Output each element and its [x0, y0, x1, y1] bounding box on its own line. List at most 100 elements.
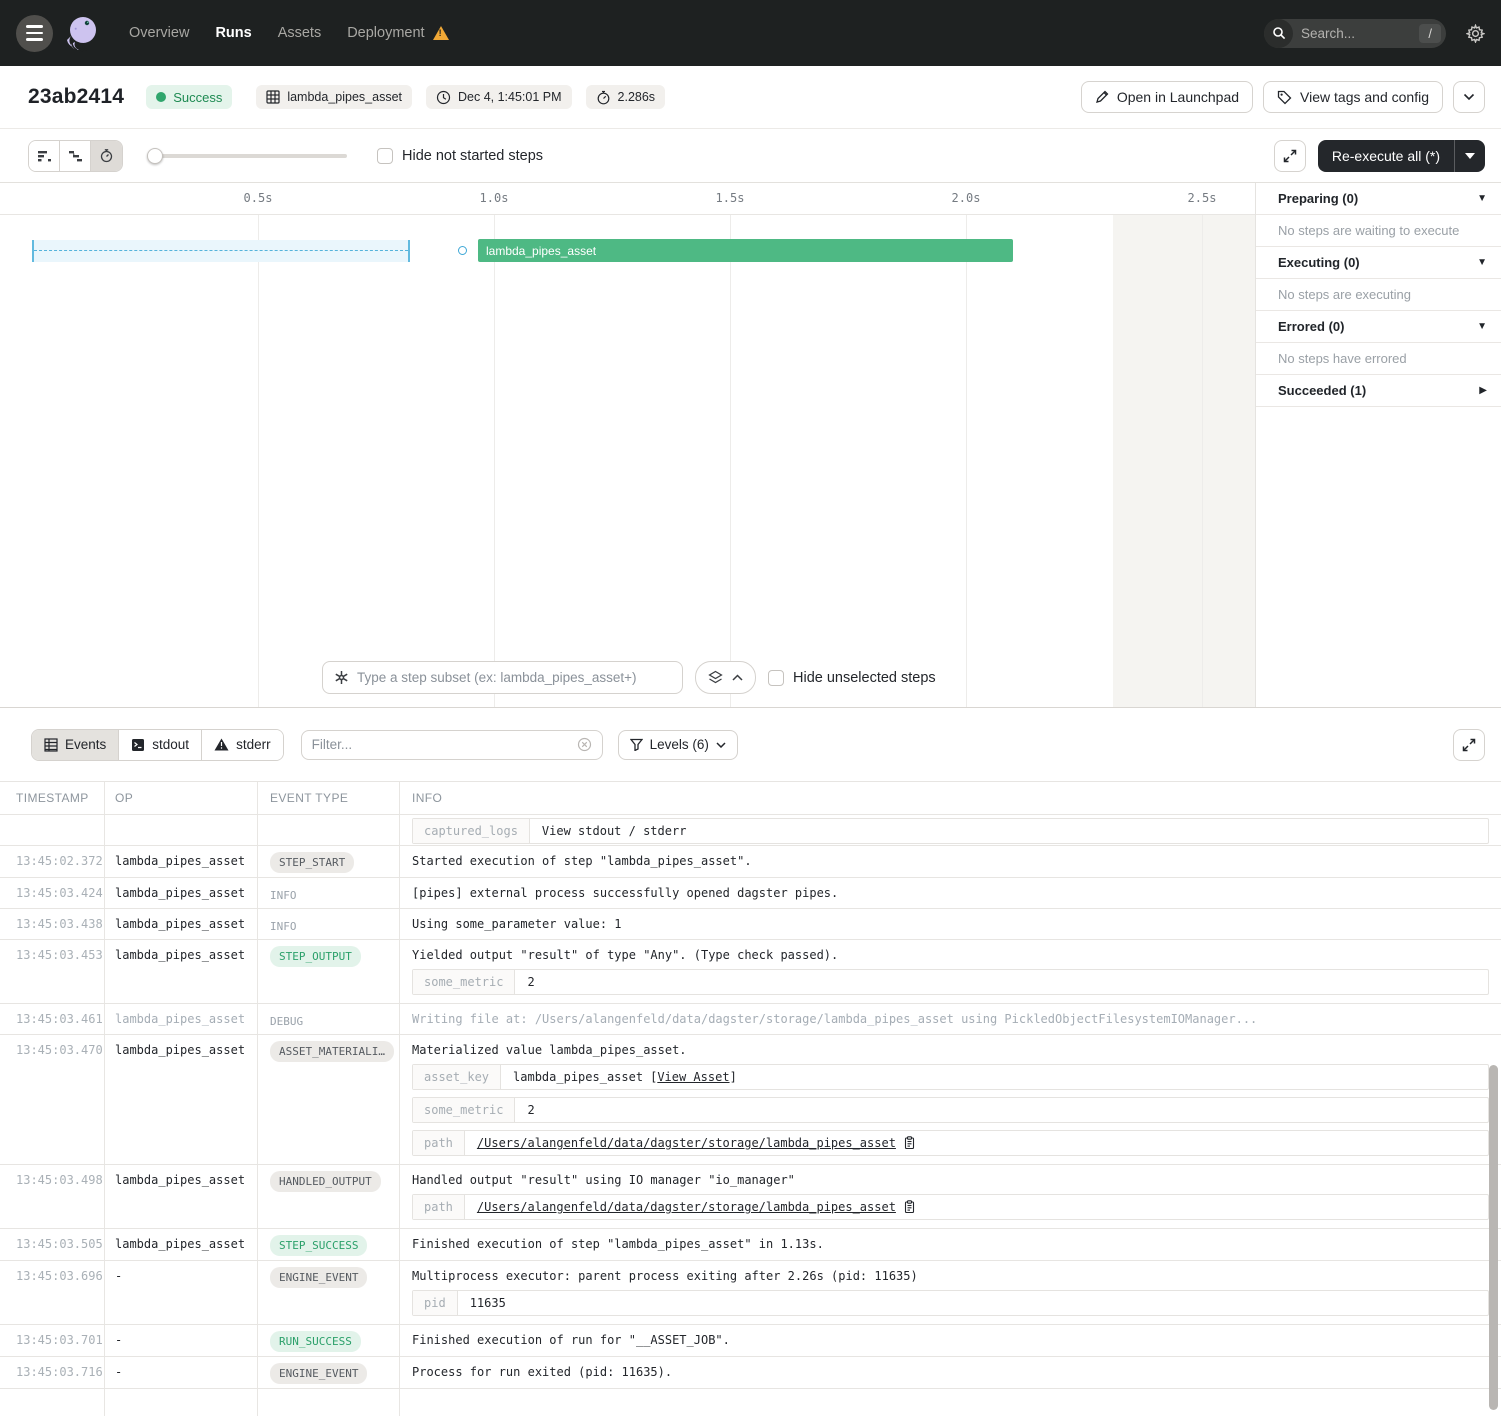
stopwatch-icon: [596, 90, 611, 105]
column-header-info: INFO: [400, 782, 1501, 814]
steps-section-header-1[interactable]: Executing (0)▼: [1256, 247, 1501, 279]
steps-section-header-2[interactable]: Errored (0)▼: [1256, 311, 1501, 343]
view-asset-link[interactable]: View Asset: [657, 1070, 729, 1084]
asset-tag[interactable]: lambda_pipes_asset: [256, 85, 412, 109]
metadata-value-link[interactable]: /Users/alangenfeld/data/dagster/storage/…: [477, 1200, 896, 1214]
zoom-slider[interactable]: [147, 148, 347, 164]
log-op: lambda_pipes_asset: [105, 846, 258, 877]
steps-section-empty-text: No steps are executing: [1256, 279, 1501, 311]
metadata-value-link[interactable]: /Users/alangenfeld/data/dagster/storage/…: [477, 1136, 896, 1150]
view-tags-config-button[interactable]: View tags and config: [1263, 81, 1443, 113]
expand-logs-button[interactable]: [1453, 729, 1485, 761]
steps-section-title: Errored (0): [1278, 319, 1344, 334]
log-row[interactable]: 13:45:03.498lambda_pipes_assetHANDLED_OU…: [0, 1165, 1501, 1229]
log-event-type: [258, 815, 400, 845]
log-row[interactable]: 13:45:03.696-ENGINE_EVENTMultiprocess ex…: [0, 1261, 1501, 1325]
steps-section-header-0[interactable]: Preparing (0)▼: [1256, 183, 1501, 215]
copy-icon[interactable]: [903, 1200, 916, 1214]
open-in-launchpad-button[interactable]: Open in Launchpad: [1081, 81, 1253, 113]
log-tabs: Events stdout stderr: [31, 729, 284, 761]
levels-filter-button[interactable]: Levels (6): [618, 730, 738, 760]
steps-section-empty-text: No steps have errored: [1256, 343, 1501, 375]
gantt-step-bar[interactable]: lambda_pipes_asset: [478, 239, 1013, 262]
event-type-badge: STEP_OUTPUT: [270, 946, 361, 967]
log-info: captured_logsView stdout / stderr: [400, 815, 1501, 845]
gantt-gridline: [966, 215, 967, 707]
reexecute-all-button[interactable]: Re-execute all (*): [1318, 140, 1485, 172]
gantt-tick-label: 1.0s: [480, 191, 509, 205]
nav-item-label: Deployment: [347, 25, 424, 41]
tag-icon: [1277, 90, 1292, 105]
steps-section-header-3[interactable]: Succeeded (1)▶: [1256, 375, 1501, 407]
gear-icon[interactable]: [1466, 24, 1485, 43]
step-subset-input[interactable]: Type a step subset (ex: lambda_pipes_ass…: [322, 661, 683, 694]
log-timestamp: 13:45:02.372: [0, 846, 105, 877]
log-timestamp: 13:45:03.716: [0, 1357, 105, 1388]
search-input[interactable]: Search... /: [1264, 19, 1446, 48]
caret-down-icon: ▼: [1477, 257, 1487, 268]
metadata-key: some_metric: [413, 970, 515, 994]
clear-filter-icon[interactable]: [577, 737, 592, 752]
log-info-text: Finished execution of run for "__ASSET_J…: [412, 1333, 1501, 1347]
log-row[interactable]: 13:45:03.701-RUN_SUCCESSFinished executi…: [0, 1325, 1501, 1357]
log-row[interactable]: 13:45:02.372lambda_pipes_assetSTEP_START…: [0, 846, 1501, 878]
expand-gantt-button[interactable]: [1274, 140, 1306, 172]
column-header-op: OP: [105, 782, 258, 814]
log-row[interactable]: 13:45:03.505lambda_pipes_assetSTEP_SUCCE…: [0, 1229, 1501, 1261]
dagster-logo-icon[interactable]: [61, 12, 103, 54]
log-row[interactable]: 13:45:03.424lambda_pipes_assetINFO[pipes…: [0, 878, 1501, 909]
pencil-icon: [1095, 90, 1109, 104]
run-actions-dropdown-button[interactable]: [1453, 81, 1485, 113]
timed-gantt-view-button[interactable]: [91, 141, 122, 171]
log-op: lambda_pipes_asset: [105, 1229, 258, 1260]
metadata-entry: some_metric2: [412, 1097, 1489, 1123]
nav-links: Overview Runs Assets Deployment: [129, 25, 449, 41]
steps-section-title: Preparing (0): [1278, 191, 1358, 206]
metadata-value-text: 2: [527, 975, 534, 989]
log-filter-input[interactable]: Filter...: [301, 730, 603, 760]
hide-unselected-checkbox[interactable]: [768, 670, 784, 686]
logs-toolbar: Events stdout stderr Filter... Levels (6): [0, 707, 1501, 781]
log-row[interactable]: 13:45:03.470lambda_pipes_assetASSET_MATE…: [0, 1035, 1501, 1165]
nav-item-deployment[interactable]: Deployment: [347, 25, 448, 41]
nav-item-overview[interactable]: Overview: [129, 25, 189, 41]
gantt-chart: 0.5s1.0s1.5s2.0s2.5s lambda_pipes_asset …: [0, 183, 1255, 707]
filler-cell: [105, 1389, 258, 1416]
flat-gantt-view-button[interactable]: [29, 141, 60, 171]
log-tab-label: stdout: [152, 737, 189, 752]
event-type-label: DEBUG: [270, 1012, 303, 1028]
gantt-step-bar-label: lambda_pipes_asset: [486, 244, 596, 258]
log-timestamp: 13:45:03.505: [0, 1229, 105, 1260]
table-icon: [44, 738, 58, 752]
hide-not-started-checkbox[interactable]: [377, 148, 393, 164]
waterfall-gantt-view-button[interactable]: [60, 141, 91, 171]
metadata-value-text: View stdout / stderr: [542, 824, 687, 838]
reexecute-dropdown-caret[interactable]: [1454, 140, 1485, 172]
log-event-type: STEP_SUCCESS: [258, 1229, 400, 1260]
nav-item-label: Runs: [215, 25, 251, 41]
log-row[interactable]: 13:45:03.716-ENGINE_EVENTProcess for run…: [0, 1357, 1501, 1389]
menu-icon[interactable]: [16, 15, 53, 52]
nav-item-assets[interactable]: Assets: [278, 25, 322, 41]
nav-item-runs[interactable]: Runs: [215, 25, 251, 41]
log-row[interactable]: 13:45:03.461lambda_pipes_assetDEBUGWriti…: [0, 1004, 1501, 1035]
log-info: Yielded output "result" of type "Any". (…: [400, 940, 1501, 1003]
metadata-value-text: lambda_pipes_asset: [513, 1070, 643, 1084]
event-type-badge: ENGINE_EVENT: [270, 1363, 367, 1384]
log-row[interactable]: 13:45:03.453lambda_pipes_assetSTEP_OUTPU…: [0, 940, 1501, 1004]
chevron-down-icon: [1463, 93, 1475, 101]
search-icon: [1264, 19, 1293, 48]
log-row[interactable]: captured_logsView stdout / stderr: [0, 815, 1501, 846]
log-row[interactable]: 13:45:03.438lambda_pipes_assetINFOUsing …: [0, 909, 1501, 940]
gantt-after-run-region: [1113, 215, 1255, 707]
layers-toggle-button[interactable]: [695, 661, 756, 694]
log-scrollbar[interactable]: [1489, 1065, 1498, 1410]
log-tab-stderr[interactable]: stderr: [202, 730, 283, 760]
log-tab-stdout[interactable]: stdout: [119, 730, 202, 760]
log-tab-Events[interactable]: Events: [32, 730, 119, 760]
log-info-text: Yielded output "result" of type "Any". (…: [412, 948, 1501, 962]
copy-icon[interactable]: [903, 1136, 916, 1150]
log-info-text: Handled output "result" using IO manager…: [412, 1173, 1501, 1187]
warning-icon: [214, 738, 229, 751]
zoom-slider-knob[interactable]: [147, 148, 163, 164]
